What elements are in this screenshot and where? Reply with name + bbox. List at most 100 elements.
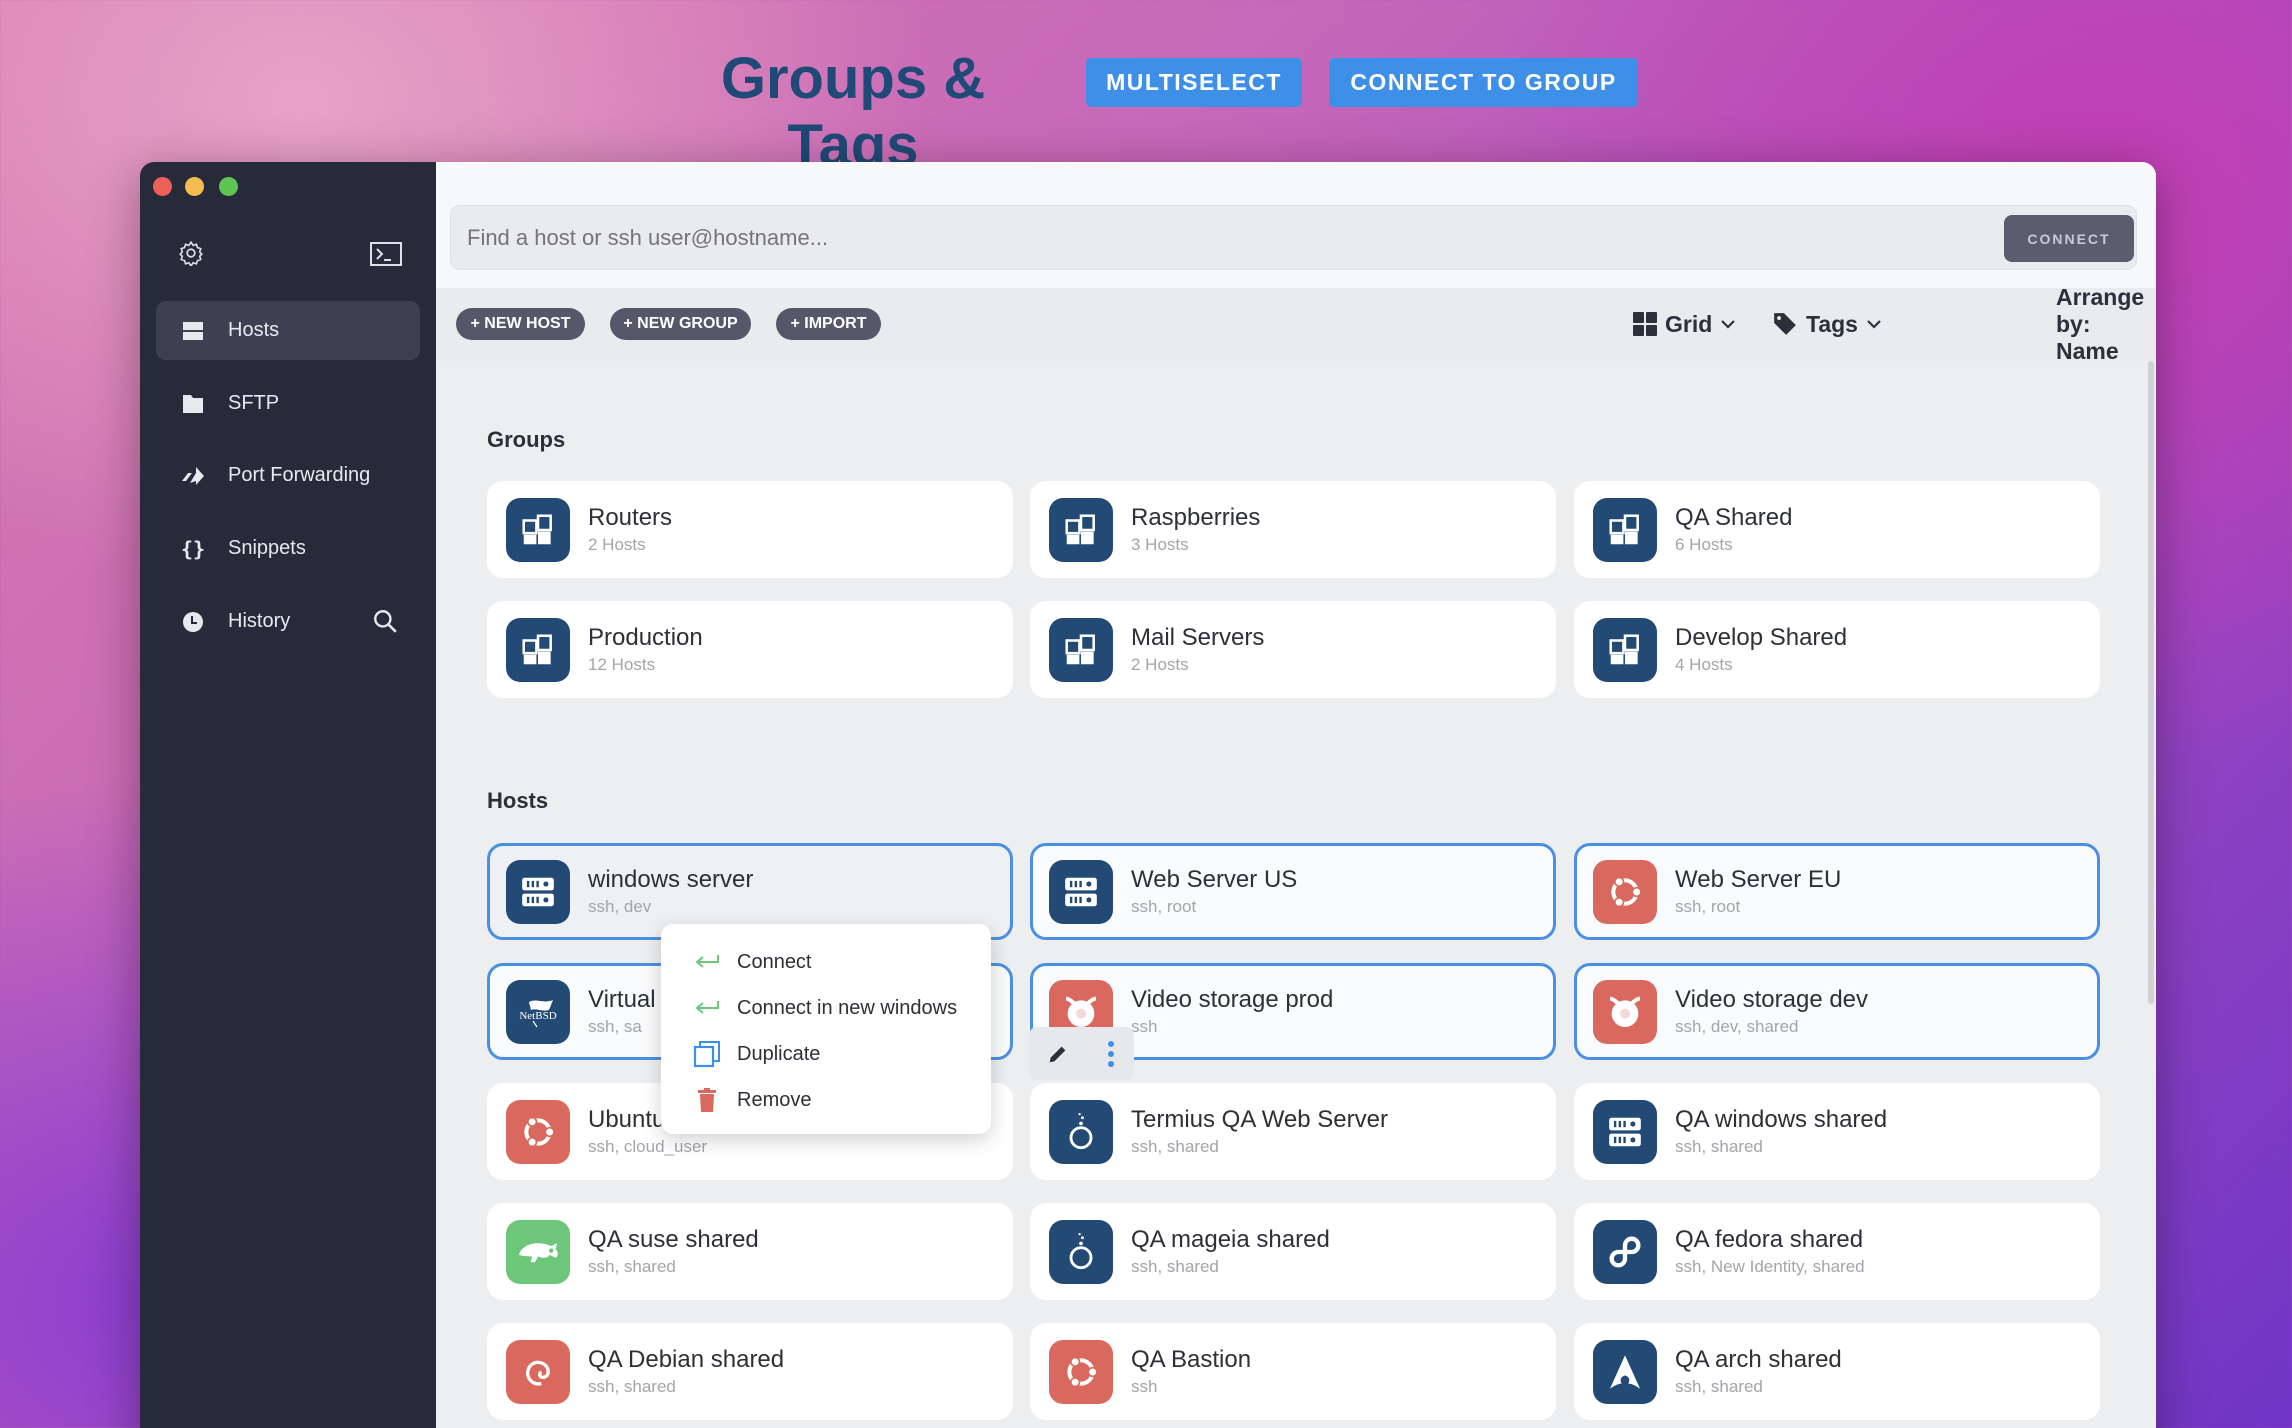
host-tags: ssh, shared [1131, 1137, 1219, 1156]
menu-item-label: Remove [737, 1088, 812, 1111]
host-tags: ssh [1131, 1017, 1158, 1036]
host-card[interactable]: QA Bastion ssh [1030, 1323, 1556, 1420]
tags-dropdown[interactable]: Tags [1772, 306, 1882, 342]
sidebar-item-hosts[interactable]: Hosts [156, 301, 420, 360]
group-name: QA Shared [1675, 504, 1793, 531]
multiselect-button[interactable]: MULTISELECT [1086, 58, 1302, 107]
group-host-count: 4 Hosts [1675, 655, 1733, 674]
host-search-input[interactable] [450, 205, 2137, 270]
host-card[interactable]: Web Server US ssh, root [1030, 843, 1556, 940]
ubuntu-icon [1593, 859, 1657, 924]
group-card[interactable]: Raspberries 3 Hosts [1030, 481, 1556, 578]
view-mode-dropdown[interactable]: Grid [1633, 306, 1736, 342]
minimize-window-button[interactable] [185, 177, 204, 196]
connect-to-group-button[interactable]: CONNECT TO GROUP [1329, 58, 1638, 107]
host-card[interactable]: QA Debian shared ssh, shared [487, 1323, 1013, 1420]
group-card[interactable]: Production 12 Hosts [487, 601, 1013, 698]
host-name: Video storage prod [1131, 986, 1334, 1013]
host-name: QA fedora shared [1675, 1226, 1864, 1253]
scrollbar[interactable] [2148, 361, 2154, 1004]
sidebar-item-sftp[interactable]: SFTP [156, 374, 420, 433]
duplicate-icon [691, 1040, 723, 1068]
group-name: Production [588, 624, 703, 651]
tag-icon [1774, 313, 1796, 335]
host-name: QA windows shared [1675, 1106, 1888, 1133]
group-host-count: 2 Hosts [1131, 655, 1189, 674]
host-name: Web Server US [1131, 866, 1298, 893]
edit-pencil-icon[interactable] [1047, 1043, 1069, 1065]
app-window: Hosts SFTP Port Forwarding {} Snippets Histor… [140, 162, 2156, 1428]
maximize-window-button[interactable] [219, 177, 238, 196]
port-forward-icon [175, 465, 211, 487]
host-card[interactable]: Web Server EU ssh, root [1574, 843, 2100, 940]
host-card[interactable]: QA windows shared ssh, shared [1574, 1083, 2100, 1180]
host-tags: ssh, New Identity, shared [1675, 1257, 1865, 1276]
menu-item-connect[interactable]: Connect [661, 940, 991, 984]
terminal-icon[interactable] [370, 242, 402, 266]
connect-button[interactable]: CONNECT [2004, 215, 2134, 262]
ubuntu-icon [506, 1099, 570, 1164]
tags-label: Tags [1806, 310, 1858, 337]
group-name: Mail Servers [1131, 624, 1265, 651]
connect-arrow-icon [691, 953, 723, 971]
debian-icon [506, 1339, 570, 1404]
host-card-actions [1029, 1027, 1134, 1080]
group-host-count: 2 Hosts [588, 535, 646, 554]
host-tags: ssh, dev [588, 897, 652, 916]
groups-heading: Groups [487, 427, 566, 452]
view-mode-label: Grid [1665, 310, 1713, 337]
arch-icon [1593, 1339, 1657, 1404]
import-button[interactable]: + IMPORT [776, 308, 881, 340]
host-name: Virtual [588, 986, 656, 1013]
host-card[interactable]: QA mageia shared ssh, shared [1030, 1203, 1556, 1300]
menu-item-remove[interactable]: Remove [661, 1078, 991, 1122]
sidebar-item-port-forwarding[interactable]: Port Forwarding [156, 446, 420, 505]
sidebar-item-label: History [228, 610, 291, 632]
group-card[interactable]: Develop Shared 4 Hosts [1574, 601, 2100, 698]
host-card[interactable]: QA fedora shared ssh, New Identity, share… [1574, 1203, 2100, 1300]
close-window-button[interactable] [153, 177, 172, 196]
group-icon [1049, 617, 1113, 682]
arrange-by-dropdown[interactable]: Arrange by: Name [2056, 284, 2156, 364]
sidebar-item-label: Snippets [228, 537, 306, 559]
host-name: Termius QA Web Server [1131, 1106, 1388, 1133]
suse-icon [506, 1219, 570, 1284]
grid-icon [1633, 312, 1657, 336]
group-card[interactable]: Routers 2 Hosts [487, 481, 1013, 578]
mageia-icon [1049, 1219, 1113, 1284]
group-icon [1593, 497, 1657, 562]
menu-item-label: Connect in new windows [737, 996, 958, 1019]
group-icon [1049, 497, 1113, 562]
braces-icon: {} [175, 537, 211, 561]
host-tags: ssh [1131, 1377, 1158, 1396]
group-icon [506, 497, 570, 562]
host-name: QA Debian shared [588, 1346, 785, 1373]
search-history-icon[interactable] [372, 608, 398, 634]
group-card[interactable]: Mail Servers 2 Hosts [1030, 601, 1556, 698]
group-host-count: 3 Hosts [1131, 535, 1189, 554]
more-options-icon[interactable] [1106, 1040, 1116, 1068]
host-card[interactable]: QA suse shared ssh, shared [487, 1203, 1013, 1300]
sidebar: Hosts SFTP Port Forwarding {} Snippets Histor… [140, 162, 436, 1428]
sidebar-item-label: Hosts [228, 319, 280, 341]
svg-text:{}: {} [181, 537, 205, 561]
menu-item-duplicate[interactable]: Duplicate [661, 1032, 991, 1076]
new-host-button[interactable]: + NEW HOST [456, 308, 585, 340]
menu-item-connect-in-new-windows[interactable]: Connect in new windows [661, 986, 991, 1030]
ubuntu-icon [1049, 1339, 1113, 1404]
gear-icon[interactable] [178, 240, 204, 266]
sidebar-item-snippets[interactable]: {} Snippets [156, 519, 420, 578]
group-name: Raspberries [1131, 504, 1261, 531]
host-card[interactable]: QA arch shared ssh, shared [1574, 1323, 2100, 1420]
group-card[interactable]: QA Shared 6 Hosts [1574, 481, 2100, 578]
host-tags: ssh, sa [588, 1017, 642, 1036]
folder-icon [175, 393, 211, 415]
sidebar-item-label: SFTP [228, 392, 280, 414]
host-card[interactable]: Video storage dev ssh, dev, shared [1574, 963, 2100, 1060]
chevron-down-icon [1721, 320, 1736, 329]
freebsd-icon [1593, 979, 1657, 1044]
host-tags: ssh, root [1675, 897, 1741, 916]
host-card[interactable]: Termius QA Web Server ssh, shared [1030, 1083, 1556, 1180]
new-group-button[interactable]: + NEW GROUP [610, 308, 751, 340]
host-name: QA suse shared [588, 1226, 759, 1253]
